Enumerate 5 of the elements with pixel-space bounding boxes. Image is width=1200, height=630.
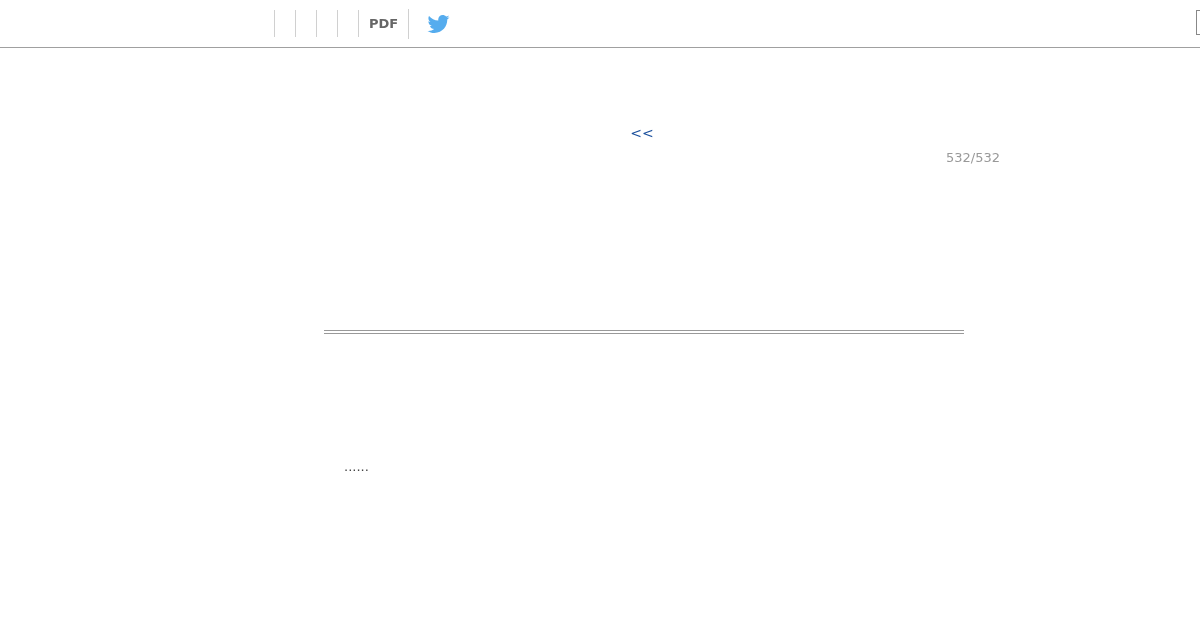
- page-counter: 532/532: [946, 149, 1000, 167]
- previous-link[interactable]: <<: [630, 123, 654, 144]
- excerpt-text: ......: [344, 458, 369, 474]
- pdf-link[interactable]: PDF: [359, 13, 409, 34]
- input-field[interactable]: [1196, 10, 1200, 35]
